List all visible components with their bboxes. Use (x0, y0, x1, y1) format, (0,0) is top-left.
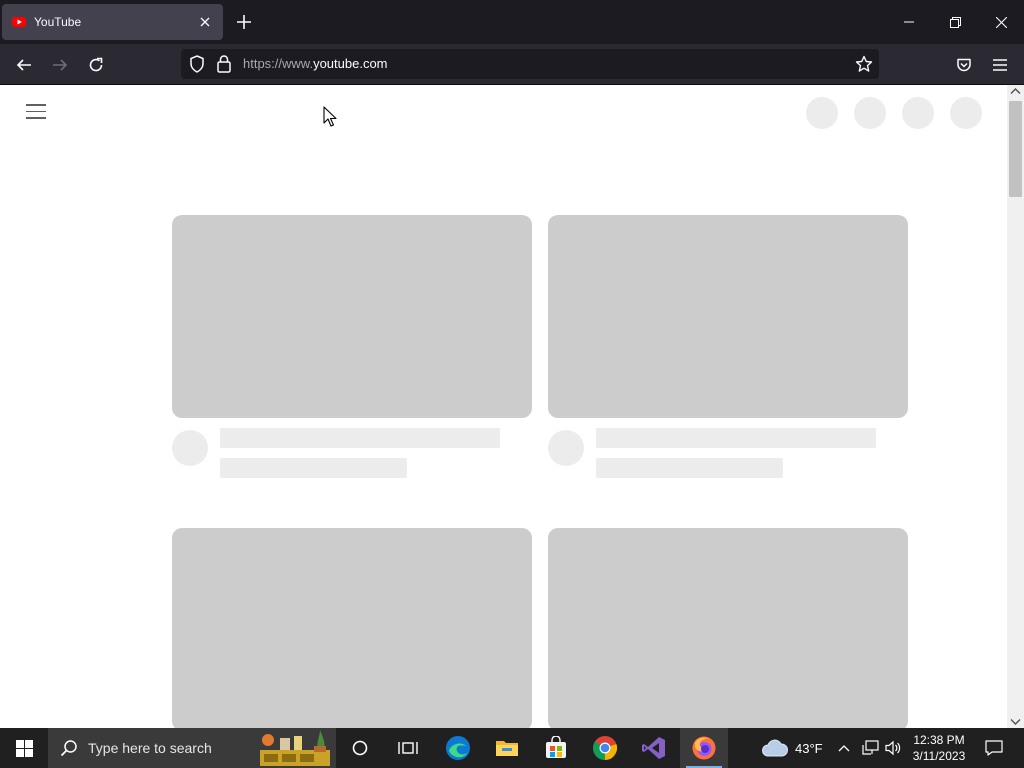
scrollbar-thumb[interactable] (1009, 101, 1022, 197)
start-button[interactable] (0, 728, 48, 768)
search-placeholder: Type here to search (88, 740, 212, 756)
volume-button[interactable] (885, 728, 902, 768)
search-icon (60, 740, 77, 757)
video-thumbnail-placeholder (172, 528, 532, 728)
task-view-button[interactable] (384, 728, 432, 768)
app-menu-button[interactable] (987, 52, 1013, 78)
visual-studio-taskbar-button[interactable] (630, 728, 678, 768)
show-hidden-icons-button[interactable] (838, 728, 850, 768)
cortana-button[interactable] (336, 728, 384, 768)
header-placeholder-circle (854, 97, 886, 129)
volume-icon (885, 740, 901, 756)
title-line-placeholder (596, 428, 876, 448)
visual-studio-icon (642, 737, 665, 759)
forward-button[interactable] (47, 52, 73, 78)
chevron-up-icon (838, 745, 850, 752)
meta-line-placeholder (220, 458, 407, 478)
weather-temperature: 43°F (795, 740, 823, 756)
cortana-icon (352, 740, 368, 756)
new-tab-button[interactable] (233, 11, 255, 33)
close-window-button[interactable] (978, 0, 1024, 44)
scroll-up-arrow-icon[interactable] (1010, 87, 1021, 95)
header-placeholder-circle (950, 97, 982, 129)
scroll-down-arrow-icon[interactable] (1010, 718, 1021, 726)
tab-title: YouTube (34, 15, 82, 29)
video-thumbnail-placeholder (548, 215, 908, 418)
youtube-page (0, 85, 1007, 728)
tracking-protection-shield-icon[interactable] (189, 55, 205, 73)
firefox-icon (692, 736, 716, 760)
windows-taskbar: Type here to search 43°F 12:38 PM 3/11/2… (0, 728, 1024, 768)
search-highlight-illustration (260, 730, 330, 766)
chrome-taskbar-button[interactable] (581, 728, 629, 768)
url-text[interactable]: https://www.youtube.com (243, 56, 388, 71)
action-center-button[interactable] (976, 728, 1012, 768)
clock-time: 12:38 PM (913, 733, 965, 747)
mouse-cursor-icon (323, 106, 337, 127)
youtube-favicon-icon (12, 17, 26, 27)
microsoft-store-taskbar-button[interactable] (532, 728, 580, 768)
taskbar-search-box[interactable]: Type here to search (48, 728, 336, 768)
channel-avatar-placeholder (172, 430, 208, 466)
tab-close-icon[interactable] (197, 14, 213, 30)
microsoft-store-icon (546, 736, 566, 758)
edge-icon (446, 736, 470, 760)
weather-widget[interactable]: 43°F (761, 728, 823, 768)
firefox-taskbar-button[interactable] (680, 728, 728, 768)
pocket-icon (957, 58, 971, 72)
lock-icon[interactable] (217, 55, 231, 73)
file-explorer-taskbar-button[interactable] (483, 728, 531, 768)
video-thumbnail-placeholder (172, 215, 532, 418)
notification-icon (985, 740, 1003, 756)
task-view-icon (398, 742, 418, 754)
hamburger-menu-icon (993, 59, 1007, 71)
video-thumbnail-placeholder (548, 528, 908, 728)
chrome-icon (593, 736, 618, 760)
reload-button[interactable] (83, 52, 109, 78)
browser-navbar: https://www.youtube.com (0, 44, 1024, 85)
channel-avatar-placeholder (548, 430, 584, 466)
network-button[interactable] (862, 728, 880, 768)
file-explorer-icon (496, 741, 518, 756)
minimize-button[interactable] (886, 0, 932, 44)
clock-date: 3/11/2023 (912, 749, 966, 763)
address-bar[interactable]: https://www.youtube.com (181, 49, 879, 79)
cloud-weather-icon (762, 739, 788, 757)
network-icon (862, 740, 879, 755)
back-button[interactable] (11, 52, 37, 78)
header-placeholder-circle (902, 97, 934, 129)
restore-button[interactable] (932, 0, 978, 44)
bookmark-star-icon[interactable] (855, 55, 873, 73)
guide-menu-icon[interactable] (26, 104, 46, 120)
system-clock[interactable]: 12:38 PM 3/11/2023 (904, 732, 974, 764)
header-placeholder-circle (806, 97, 838, 129)
edge-taskbar-button[interactable] (434, 728, 482, 768)
browser-titlebar: YouTube (0, 0, 1024, 44)
tab-youtube[interactable]: YouTube (2, 4, 223, 40)
windows-logo-icon (15, 739, 33, 757)
title-line-placeholder (220, 428, 500, 448)
page-scrollbar[interactable] (1007, 85, 1024, 728)
pocket-button[interactable] (951, 52, 977, 78)
meta-line-placeholder (596, 458, 783, 478)
